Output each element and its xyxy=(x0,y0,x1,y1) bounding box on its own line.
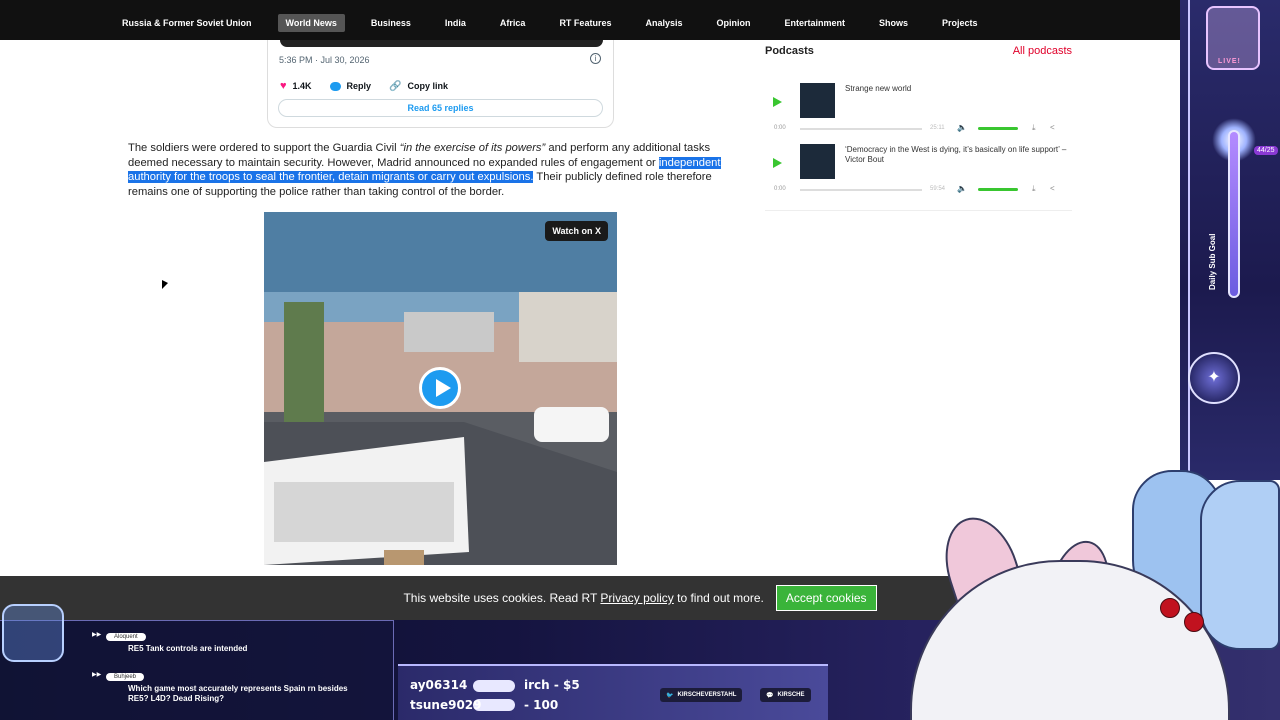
link-icon: 🔗 xyxy=(389,80,402,92)
podcasts-sidebar: Podcasts All podcasts Strange new world … xyxy=(765,45,1072,211)
twitch-name: KIRSCHE xyxy=(777,692,805,698)
volume-slider[interactable] xyxy=(978,188,1018,191)
chat-message: ▶▶ Buhjeeb Which game most accurately re… xyxy=(92,671,352,704)
nav-item-africa[interactable]: Africa xyxy=(492,14,534,32)
twitch-icon: 💬 xyxy=(766,692,774,699)
podcast-current-time: 0:00 xyxy=(774,125,786,131)
article-text-1: The soldiers were ordered to support the… xyxy=(128,142,400,154)
article-paragraph: The soldiers were ordered to support the… xyxy=(128,141,736,199)
live-text: LIVE! xyxy=(1218,58,1241,65)
chat-text: Which game most accurately represents Sp… xyxy=(128,684,348,703)
star-icon: ✦ xyxy=(1188,352,1240,404)
cookie-text: This website uses cookies. Read RT Priva… xyxy=(403,591,763,605)
tweet-actions: ♥ 1.4K Reply 🔗 Copy link xyxy=(280,80,448,92)
podcast-current-time: 0:00 xyxy=(774,186,786,192)
nav-item-entertainment[interactable]: Entertainment xyxy=(776,14,853,32)
copy-link-label: Copy link xyxy=(407,81,449,91)
volume-slider[interactable] xyxy=(978,127,1018,130)
recent-sub: ay06314 xyxy=(410,678,468,692)
recent-sub: tsune9029 xyxy=(410,698,482,712)
sub-pill xyxy=(473,680,515,692)
podcast-item: Strange new world 0:00 25:11 🔈 ⤓ < xyxy=(765,83,1072,139)
copy-link-button[interactable]: 🔗 Copy link xyxy=(389,81,448,92)
tweet-media[interactable] xyxy=(280,40,603,47)
heart-icon: ♥ xyxy=(280,80,287,92)
embedded-video[interactable]: Watch on X xyxy=(264,212,617,565)
twitch-handle: 💬 KIRSCHE xyxy=(760,688,811,702)
all-podcasts-link[interactable]: All podcasts xyxy=(1013,45,1072,57)
read-replies-button[interactable]: Read 65 replies xyxy=(278,99,603,117)
twitter-icon: 🐦 xyxy=(666,692,674,699)
mouse-cursor-icon xyxy=(162,280,168,289)
reply-bubble-icon xyxy=(329,81,341,91)
podcast-progress-bar[interactable] xyxy=(800,189,922,191)
chat-message: ▶▶ Aloquent RE5 Tank controls are intend… xyxy=(92,631,247,654)
tweet-timestamp[interactable]: 5:36 PM · Jul 30, 2026 xyxy=(279,55,370,65)
chat-username: Buhjeeb xyxy=(106,673,145,681)
play-icon[interactable] xyxy=(419,367,461,409)
accept-cookies-button[interactable]: Accept cookies xyxy=(775,585,877,611)
podcast-item: ‘Democracy in the West is dying, it’s ba… xyxy=(765,144,1072,200)
reply-button[interactable]: Reply xyxy=(329,81,372,91)
nav-item-rt-features[interactable]: RT Features xyxy=(551,14,619,32)
podcast-thumbnail[interactable] xyxy=(800,83,835,118)
watch-on-x-button[interactable]: Watch on X xyxy=(545,221,608,241)
tweet-embed: 5:36 PM · Jul 30, 2026 i ♥ 1.4K Reply 🔗 … xyxy=(267,40,614,128)
nav-item-projects[interactable]: Projects xyxy=(934,14,986,32)
cookie-text-b: to find out more. xyxy=(673,591,764,605)
podcast-name[interactable]: ‘Democracy in the West is dying, it’s ba… xyxy=(845,145,1070,165)
privacy-policy-link[interactable]: Privacy policy xyxy=(600,591,673,605)
nav-item-business[interactable]: Business xyxy=(363,14,419,32)
twitter-name: KIRSCHEVERSTAHL xyxy=(677,692,737,698)
info-icon[interactable]: i xyxy=(590,53,601,64)
like-button[interactable]: ♥ 1.4K xyxy=(280,80,312,92)
sub-goal-count: 44/25 xyxy=(1254,146,1278,155)
chat-username: Aloquent xyxy=(106,633,146,641)
nav-item-world-news[interactable]: World News xyxy=(277,14,345,32)
character-bow xyxy=(1200,480,1280,650)
download-icon[interactable]: ⤓ xyxy=(1032,123,1036,133)
nav-item-opinion[interactable]: Opinion xyxy=(708,14,758,32)
nav-items: Russia & Former Soviet Union World News … xyxy=(114,14,1004,32)
sub-goal-fill xyxy=(1230,132,1238,296)
divider xyxy=(765,210,1072,211)
play-icon[interactable] xyxy=(773,97,782,107)
nav-item-analysis[interactable]: Analysis xyxy=(637,14,690,32)
play-icon[interactable] xyxy=(773,158,782,168)
cookie-text-a: This website uses cookies. Read RT xyxy=(403,591,601,605)
nav-item-russia[interactable]: Russia & Former Soviet Union xyxy=(114,14,260,32)
share-icon[interactable]: < xyxy=(1050,184,1055,193)
recent-donation: irch - $5 xyxy=(524,678,580,692)
article-quote: “in the exercise of its powers” xyxy=(399,142,546,154)
nav-item-shows[interactable]: Shows xyxy=(871,14,916,32)
chat-arrow-icon: ▶▶ xyxy=(92,632,102,638)
podcasts-header: Podcasts All podcasts xyxy=(765,45,1072,57)
chat-arrow-icon: ▶▶ xyxy=(92,672,102,678)
nav-item-india[interactable]: India xyxy=(437,14,474,32)
twitter-handle: 🐦 KIRSCHEVERSTAHL xyxy=(660,688,743,702)
download-icon[interactable]: ⤓ xyxy=(1032,184,1036,194)
volume-icon[interactable]: 🔈 xyxy=(957,184,967,193)
reply-label: Reply xyxy=(346,81,372,91)
like-count: 1.4K xyxy=(292,81,312,91)
podcasts-title: Podcasts xyxy=(765,45,814,57)
recent-donation: - 100 xyxy=(524,698,559,712)
cherry-icon xyxy=(1160,598,1180,618)
podcast-name[interactable]: Strange new world xyxy=(845,84,1070,94)
volume-icon[interactable]: 🔈 xyxy=(957,123,967,132)
podcast-duration: 59:54 xyxy=(930,186,946,192)
podcast-thumbnail[interactable] xyxy=(800,144,835,179)
share-icon[interactable]: < xyxy=(1050,123,1055,132)
mascot-icon xyxy=(2,604,64,662)
cherry-icon xyxy=(1184,612,1204,632)
podcast-duration: 25:11 xyxy=(930,125,945,131)
sub-goal-label: Daily Sub Goal xyxy=(1208,233,1217,290)
chat-text: RE5 Tank controls are intended xyxy=(128,644,248,653)
podcast-progress-bar[interactable] xyxy=(800,128,922,130)
top-navigation: Russia & Former Soviet Union World News … xyxy=(0,0,1280,40)
